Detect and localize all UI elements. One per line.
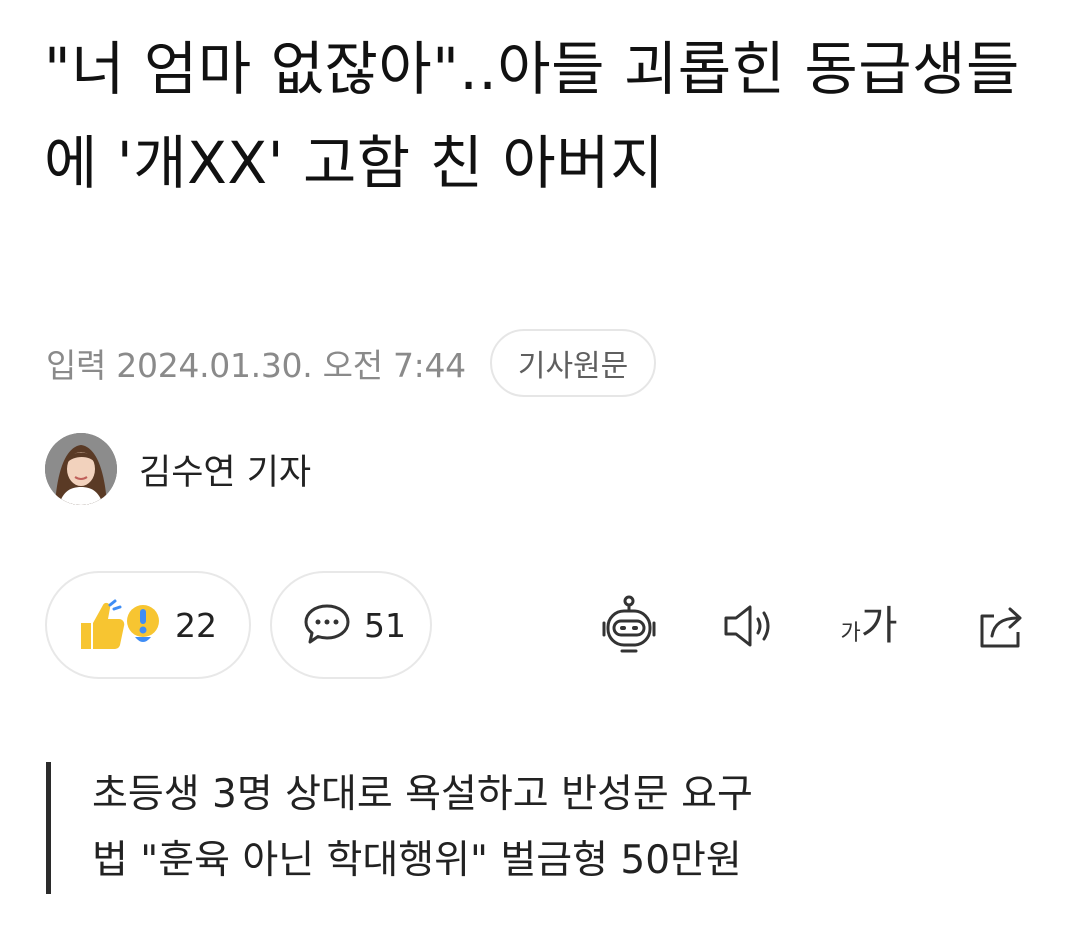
article-subtitle: 초등생 3명 상대로 욕설하고 반성문 요구 법 "훈육 아닌 학대행위" 벌금… xyxy=(46,762,1026,894)
speaker-icon xyxy=(724,605,770,647)
subtitle-line-1: 초등생 3명 상대로 욕설하고 반성문 요구 xyxy=(92,772,753,817)
share-button[interactable] xyxy=(964,590,1036,662)
comment-count: 51 xyxy=(364,605,406,645)
reaction-count: 22 xyxy=(175,605,217,645)
font-size-button[interactable]: 가 가 xyxy=(833,590,905,662)
article-title: "너 엄마 없잖아"..아들 괴롭힌 동급생들에 '개XX' 고함 친 아버지 xyxy=(44,35,1020,197)
robot-icon xyxy=(602,595,656,653)
subtitle-line-2: 법 "훈육 아닌 학대행위" 벌금형 50만원 xyxy=(92,838,742,883)
avatar-photo-icon xyxy=(45,433,117,505)
comment-bubble-icon xyxy=(304,604,350,644)
article-meta: 입력 2024.01.30. 오전 7:44 기사원문 xyxy=(46,328,657,398)
font-size-small-glyph: 가 xyxy=(840,621,861,646)
share-icon xyxy=(980,607,1022,648)
author-name[interactable]: 김수연 기자 xyxy=(139,444,311,495)
author-avatar[interactable] xyxy=(45,433,117,505)
original-article-button[interactable]: 기사원문 xyxy=(489,329,657,397)
text-to-speech-button[interactable] xyxy=(714,590,786,662)
comment-button[interactable]: 51 xyxy=(270,571,432,679)
reaction-button[interactable]: 22 xyxy=(45,571,251,679)
font-size-large-glyph: 가 xyxy=(860,603,898,649)
author-info[interactable]: 김수연 기자 xyxy=(45,433,311,505)
ai-summary-button[interactable] xyxy=(593,590,665,662)
published-date: 입력 2024.01.30. 오전 7:44 xyxy=(46,346,466,385)
font-size-icon: 가 가 xyxy=(840,603,897,649)
like-reaction-icon xyxy=(81,599,159,649)
